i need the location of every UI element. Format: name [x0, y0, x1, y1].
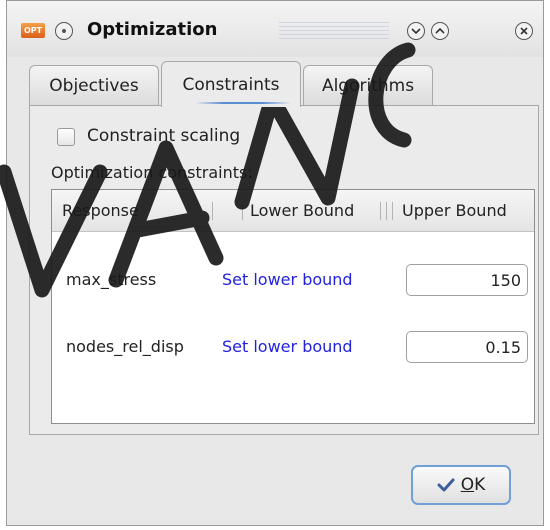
column-separator[interactable] — [212, 202, 213, 220]
constraint-scaling-checkbox[interactable] — [57, 128, 75, 146]
upper-bound-input[interactable]: 150 — [406, 264, 528, 296]
expand-icon[interactable] — [431, 22, 449, 40]
constraint-scaling-label[interactable]: Constraint scaling — [87, 126, 240, 146]
response-cell: nodes_rel_disp — [66, 337, 184, 356]
app-logo-icon: OPT — [21, 23, 45, 38]
ok-button-label: OK — [460, 475, 486, 495]
table-header: Response Lower Bound Upper Bound — [52, 190, 534, 232]
column-separator[interactable] — [392, 202, 393, 220]
tab-objectives[interactable]: Objectives — [29, 65, 159, 105]
column-header-upper-bound[interactable]: Upper Bound — [402, 201, 507, 220]
checkmark-icon — [437, 478, 455, 492]
active-tab-indicator — [195, 102, 291, 104]
collapse-icon[interactable] — [407, 22, 425, 40]
constraints-table: Response Lower Bound Upper Bound max_str… — [51, 189, 535, 424]
response-cell: max_stress — [66, 270, 157, 289]
set-lower-bound-link[interactable]: Set lower bound — [222, 337, 353, 356]
column-header-lower-bound[interactable]: Lower Bound — [250, 201, 354, 220]
upper-bound-input[interactable]: 0.15 — [406, 331, 528, 363]
tab-constraints[interactable]: Constraints — [161, 61, 301, 107]
optimization-window: OPT Optimization Objectives Constraints … — [6, 0, 544, 526]
ok-button[interactable]: OK — [411, 465, 511, 505]
constraints-group-label: Optimization constraints: — [51, 163, 253, 182]
title-decoration — [279, 22, 389, 40]
title-bar[interactable]: OPT Optimization — [7, 1, 543, 57]
set-lower-bound-link[interactable]: Set lower bound — [222, 270, 353, 289]
column-separator[interactable] — [380, 202, 381, 220]
column-separator[interactable] — [242, 202, 243, 220]
tab-algorithms[interactable]: Algorithms — [303, 65, 433, 105]
close-icon[interactable] — [515, 22, 533, 40]
column-header-response[interactable]: Response — [62, 201, 139, 220]
menu-circle-icon[interactable] — [55, 22, 73, 40]
window-title: Optimization — [87, 19, 218, 40]
column-separator[interactable] — [386, 202, 387, 220]
